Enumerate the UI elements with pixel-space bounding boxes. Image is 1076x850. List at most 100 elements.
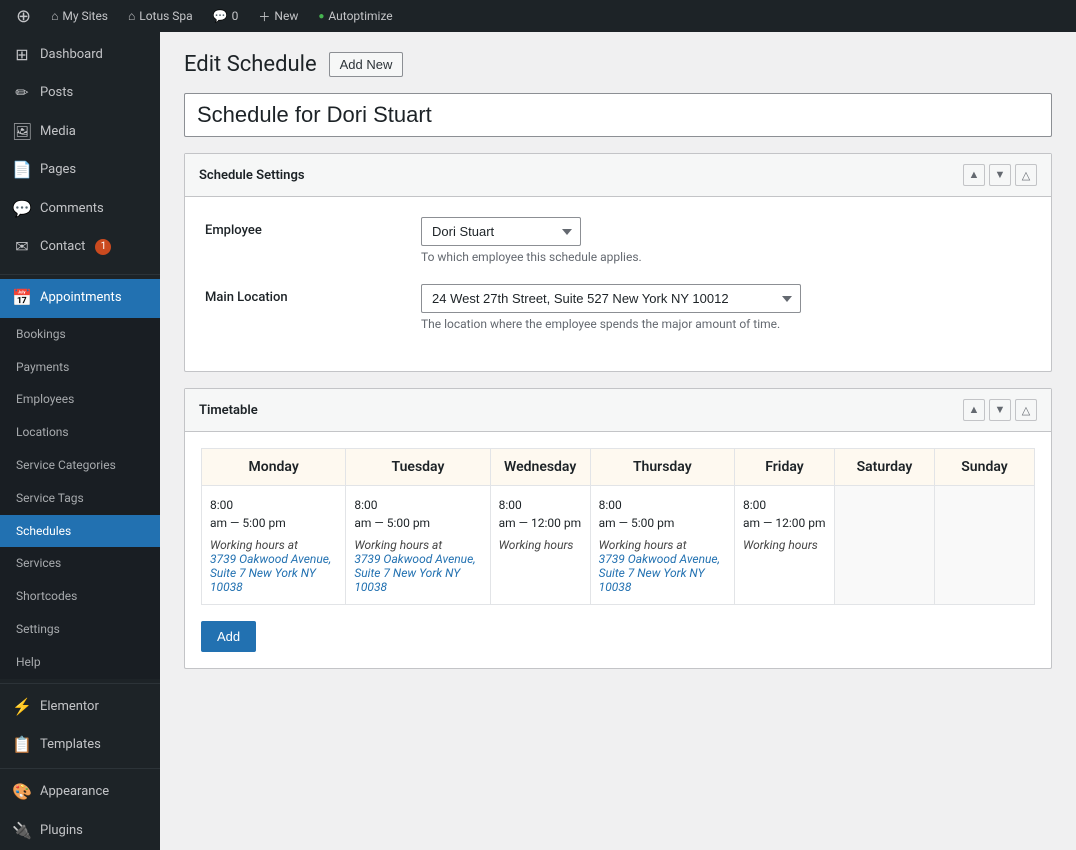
sidebar-item-comments[interactable]: 💬 Comments xyxy=(0,190,160,228)
friday-working-text: Working hours xyxy=(743,538,826,552)
sidebar: ⊞ Dashboard ✏ Posts 🖼 Media 📄 Pages 💬 Co… xyxy=(0,32,160,850)
col-monday: Monday xyxy=(202,449,346,486)
comments-icon: 💬 xyxy=(213,9,228,23)
sidebar-divider-1 xyxy=(0,274,160,275)
panel-minimize-button[interactable]: △ xyxy=(1015,164,1037,186)
sidebar-item-posts[interactable]: ✏ Posts xyxy=(0,74,160,112)
sidebar-item-payments[interactable]: Payments xyxy=(0,351,160,384)
timetable-collapse-down-button[interactable]: ▼ xyxy=(989,399,1011,421)
schedule-settings-title: Schedule Settings xyxy=(199,168,305,183)
sidebar-item-appearance[interactable]: 🎨 Appearance xyxy=(0,773,160,811)
elementor-label: Elementor xyxy=(40,698,99,716)
monday-working-prefix: Working hours at xyxy=(210,538,337,552)
employee-label: Employee xyxy=(205,217,405,238)
sidebar-top-section: ⊞ Dashboard ✏ Posts 🖼 Media 📄 Pages 💬 Co… xyxy=(0,32,160,270)
monday-location-link[interactable]: 3739 Oakwood Avenue, Suite 7 New York NY… xyxy=(210,552,331,594)
sidebar-item-schedules[interactable]: Schedules xyxy=(0,515,160,548)
tuesday-location-link[interactable]: 3739 Oakwood Avenue, Suite 7 New York NY… xyxy=(354,552,475,594)
page-title: Edit Schedule xyxy=(184,52,317,77)
new-button[interactable]: ＋ New xyxy=(250,0,306,32)
sidebar-divider-2 xyxy=(0,683,160,684)
sidebar-item-dashboard[interactable]: ⊞ Dashboard xyxy=(0,36,160,74)
cell-wednesday[interactable]: 8:00am — 12:00 pm Working hours xyxy=(490,486,590,605)
sidebar-item-help[interactable]: Help xyxy=(0,646,160,679)
my-sites-button[interactable]: ⌂ My Sites xyxy=(43,0,116,32)
autoptimize-label: Autoptimize xyxy=(328,9,392,23)
green-dot-icon: ● xyxy=(318,11,324,22)
col-tuesday: Tuesday xyxy=(346,449,490,486)
contact-badge: 1 xyxy=(95,239,111,255)
services-label: Services xyxy=(16,555,61,572)
timetable-header-row: Monday Tuesday Wednesday Thursday Friday… xyxy=(202,449,1035,486)
panel-controls: ▲ ▼ △ xyxy=(963,164,1037,186)
page-header: Edit Schedule Add New xyxy=(184,52,1052,77)
sidebar-posts-label: Posts xyxy=(40,84,73,102)
templates-label: Templates xyxy=(40,736,101,754)
sidebar-item-elementor[interactable]: ⚡ Elementor xyxy=(0,688,160,726)
sidebar-item-templates[interactable]: 📋 Templates xyxy=(0,726,160,764)
sidebar-media-label: Media xyxy=(40,123,76,141)
main-content: Edit Schedule Add New Schedule Settings … xyxy=(160,32,1076,850)
sidebar-item-locations[interactable]: Locations xyxy=(0,416,160,449)
home-icon: ⌂ xyxy=(51,9,58,23)
panel-collapse-up-button[interactable]: ▲ xyxy=(963,164,985,186)
admin-bar: ⊕ ⌂ My Sites ⌂ Lotus Spa 💬 0 ＋ New ● Aut… xyxy=(0,0,1076,32)
employee-description: To which employee this schedule applies. xyxy=(421,250,1031,264)
service-categories-label: Service Categories xyxy=(16,457,116,474)
plugins-icon: 🔌 xyxy=(12,820,32,842)
sidebar-item-plugins[interactable]: 🔌 Plugins xyxy=(0,812,160,850)
cell-sunday[interactable] xyxy=(934,486,1034,605)
pages-icon: 📄 xyxy=(12,159,32,181)
sidebar-item-contact[interactable]: ✉ Contact 1 xyxy=(0,228,160,266)
sidebar-contact-label: Contact xyxy=(40,238,85,256)
cell-thursday[interactable]: 8:00am — 5:00 pm Working hours at 3739 O… xyxy=(590,486,734,605)
sidebar-item-media[interactable]: 🖼 Media xyxy=(0,113,160,151)
plus-icon: ＋ xyxy=(258,8,270,25)
wednesday-time: 8:00am — 12:00 pm xyxy=(499,496,582,532)
sidebar-item-employees[interactable]: Employees xyxy=(0,383,160,416)
sidebar-item-appointments[interactable]: 📅 Appointments xyxy=(0,279,160,317)
add-new-button[interactable]: Add New xyxy=(329,52,404,77)
timetable-minimize-button[interactable]: △ xyxy=(1015,399,1037,421)
timetable-title: Timetable xyxy=(199,403,258,418)
panel-collapse-down-button[interactable]: ▼ xyxy=(989,164,1011,186)
location-field: 24 West 27th Street, Suite 527 New York … xyxy=(421,284,1031,331)
thursday-location-link[interactable]: 3739 Oakwood Avenue, Suite 7 New York NY… xyxy=(599,552,720,594)
contact-icon: ✉ xyxy=(12,236,32,258)
schedule-name-input[interactable] xyxy=(184,93,1052,137)
autoptimize-button[interactable]: ● Autoptimize xyxy=(310,0,400,32)
locations-label: Locations xyxy=(16,424,69,441)
templates-icon: 📋 xyxy=(12,734,32,756)
comments-button[interactable]: 💬 0 xyxy=(205,0,247,32)
help-label: Help xyxy=(16,654,41,671)
comments-count: 0 xyxy=(232,9,239,23)
sidebar-item-bookings[interactable]: Bookings xyxy=(0,318,160,351)
cell-saturday[interactable] xyxy=(834,486,934,605)
sidebar-item-shortcodes[interactable]: Shortcodes xyxy=(0,580,160,613)
schedule-settings-body: Employee Dori Stuart To which employee t… xyxy=(185,197,1051,371)
cell-monday[interactable]: 8:00am — 5:00 pm Working hours at 3739 O… xyxy=(202,486,346,605)
wp-logo-button[interactable]: ⊕ xyxy=(8,0,39,32)
add-button[interactable]: Add xyxy=(201,621,256,652)
location-select[interactable]: 24 West 27th Street, Suite 527 New York … xyxy=(421,284,801,313)
sidebar-item-pages[interactable]: 📄 Pages xyxy=(0,151,160,189)
site-name-button[interactable]: ⌂ Lotus Spa xyxy=(120,0,201,32)
sidebar-item-service-tags[interactable]: Service Tags xyxy=(0,482,160,515)
appointments-submenu: Bookings Payments Employees Locations Se… xyxy=(0,318,160,679)
schedule-settings-panel: Schedule Settings ▲ ▼ △ Employee Dori St… xyxy=(184,153,1052,372)
sidebar-item-services[interactable]: Services xyxy=(0,547,160,580)
employee-row: Employee Dori Stuart To which employee t… xyxy=(205,217,1031,264)
monday-time: 8:00am — 5:00 pm xyxy=(210,496,337,532)
location-label: Main Location xyxy=(205,284,405,305)
elementor-icon: ⚡ xyxy=(12,696,32,718)
timetable-table: Monday Tuesday Wednesday Thursday Friday… xyxy=(201,448,1035,605)
cell-tuesday[interactable]: 8:00am — 5:00 pm Working hours at 3739 O… xyxy=(346,486,490,605)
my-sites-label: My Sites xyxy=(62,9,108,23)
site-home-icon: ⌂ xyxy=(128,9,135,23)
timetable-collapse-up-button[interactable]: ▲ xyxy=(963,399,985,421)
sidebar-item-service-categories[interactable]: Service Categories xyxy=(0,449,160,482)
employee-select[interactable]: Dori Stuart xyxy=(421,217,581,246)
timetable-panel: Timetable ▲ ▼ △ Monday Tuesday Wednesday… xyxy=(184,388,1052,669)
sidebar-item-settings[interactable]: Settings xyxy=(0,613,160,646)
cell-friday[interactable]: 8:00am — 12:00 pm Working hours xyxy=(734,486,834,605)
